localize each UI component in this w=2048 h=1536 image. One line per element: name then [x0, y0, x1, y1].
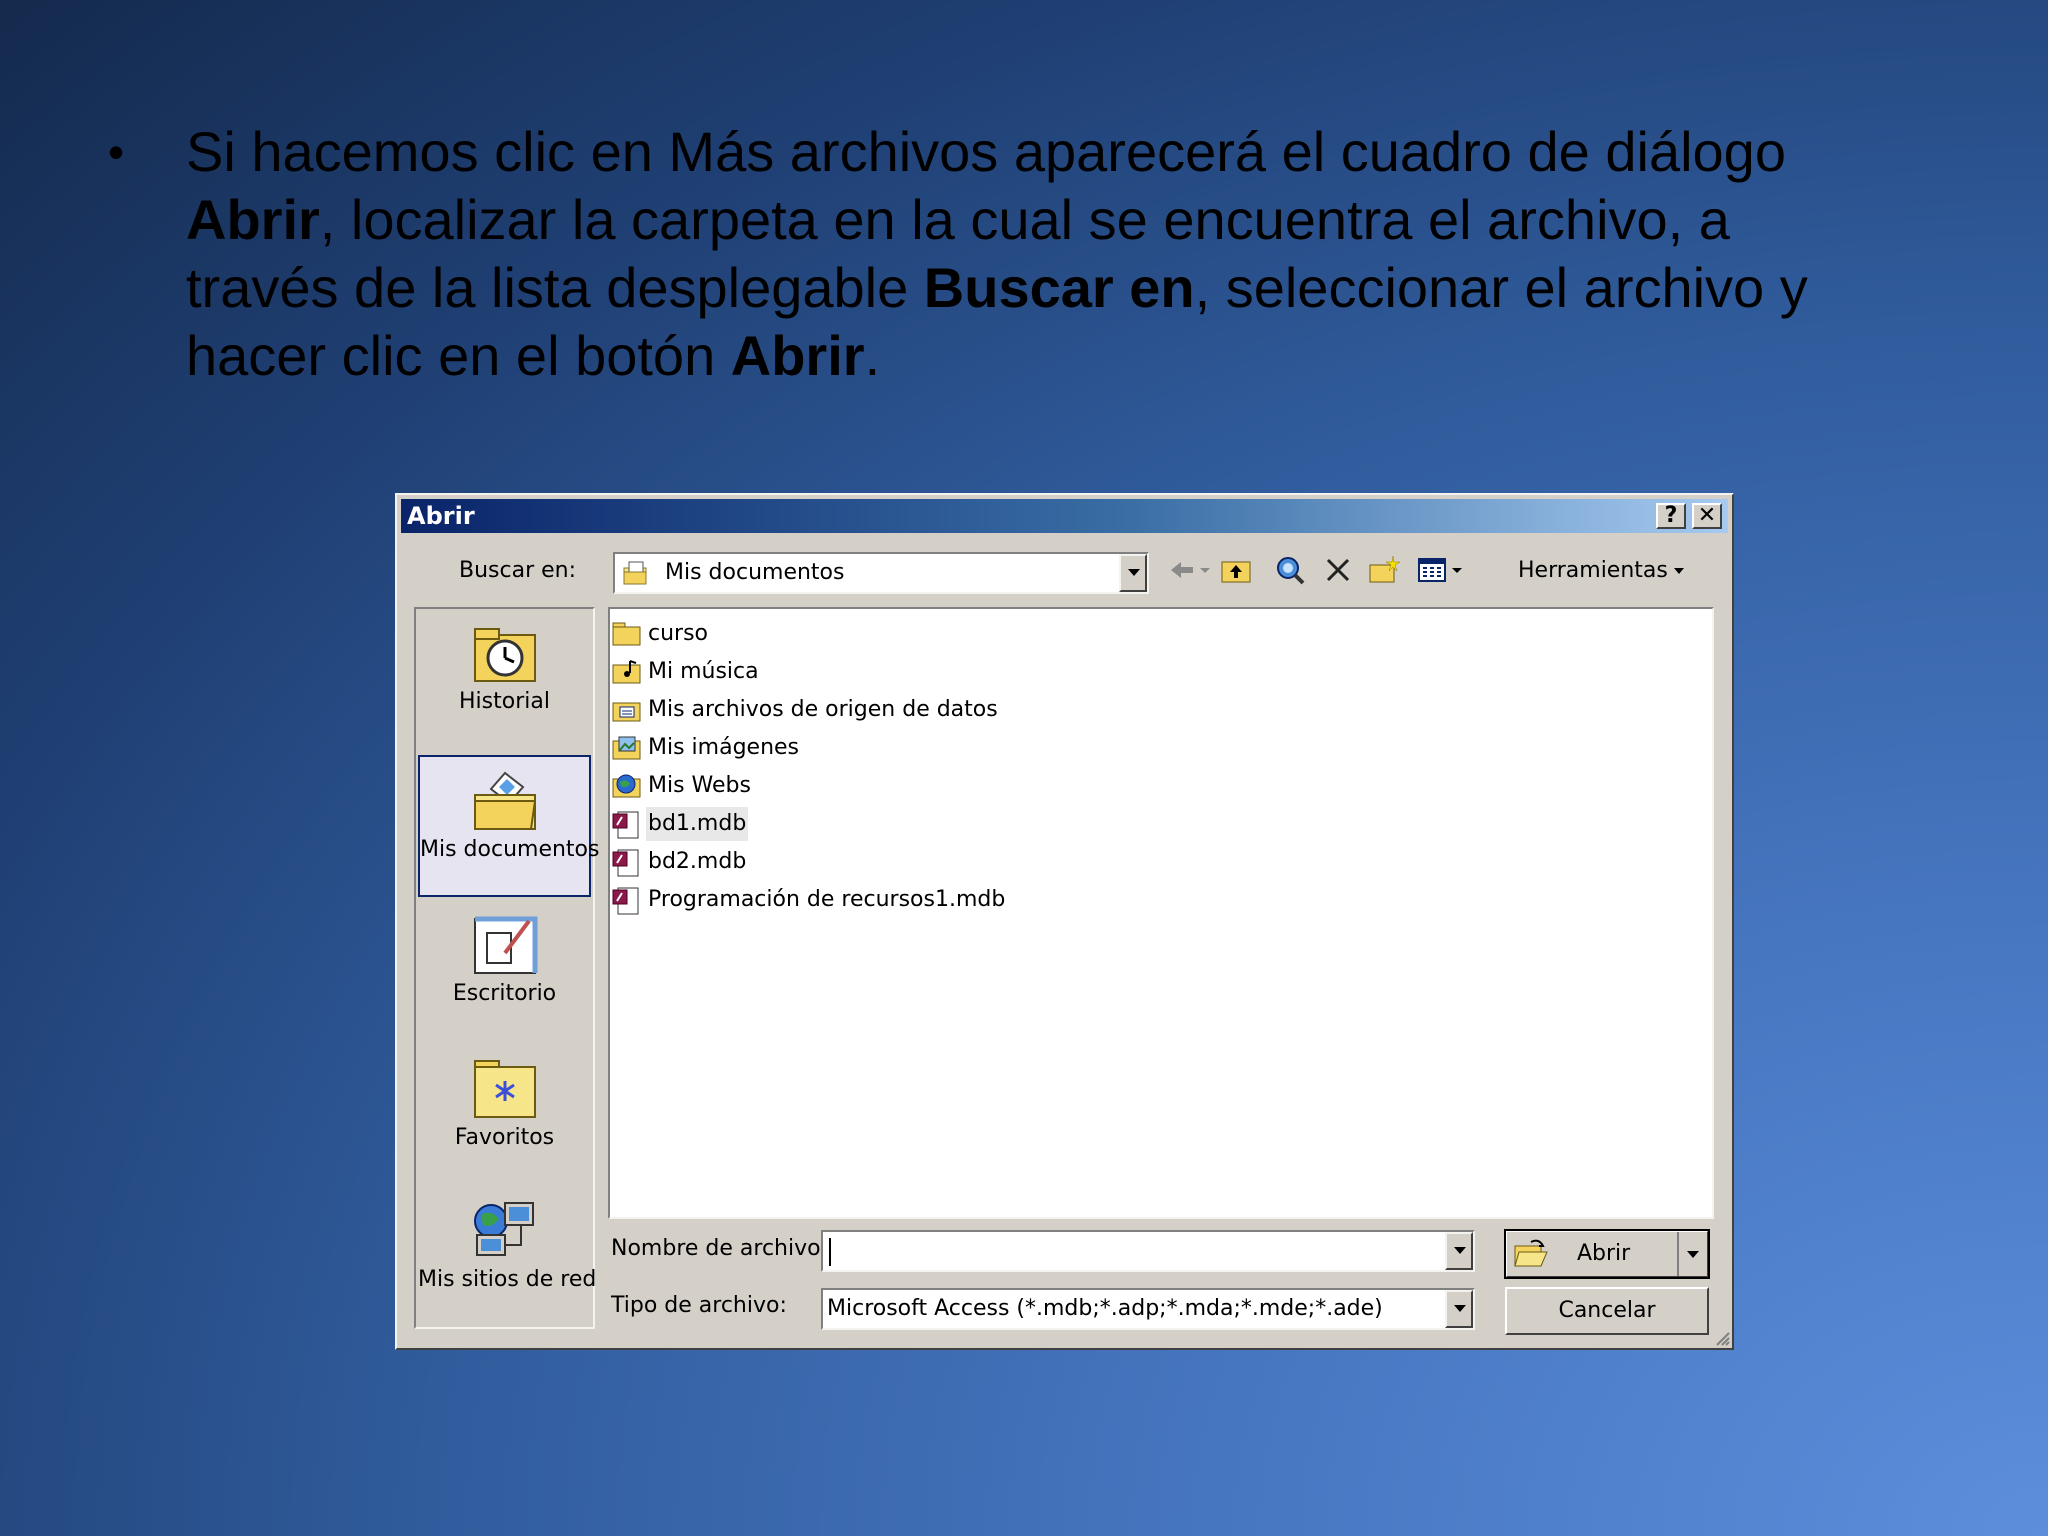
place-label: Mis sitios de red: [418, 1267, 597, 1292]
network-places-icon: [473, 1202, 534, 1256]
desktop-icon: [473, 916, 537, 974]
up-folder-icon[interactable]: [1219, 553, 1253, 587]
folder-icon: [612, 622, 641, 646]
bullet: •: [108, 126, 125, 178]
tools-menu[interactable]: Herramientas: [1518, 558, 1684, 583]
lookin-label: Buscar en:: [459, 558, 577, 583]
filetype-value: Microsoft Access (*.mdb;*.adp;*.mda;*.md…: [827, 1296, 1383, 1321]
access-db-icon: [612, 887, 639, 915]
cancel-button[interactable]: Cancelar: [1505, 1287, 1709, 1335]
file-list[interactable]: curso Mi música Mis archivos de origen d…: [608, 607, 1714, 1219]
place-desktop[interactable]: Escritorio: [418, 901, 591, 1043]
file-name: Programación de recursos1.mdb: [648, 887, 1006, 912]
place-label: Favoritos: [454, 1125, 555, 1150]
my-documents-icon: [473, 771, 536, 830]
filetype-dropdown-button[interactable]: [1445, 1290, 1473, 1328]
slide-text: • Si hacemos clic en Más archivos aparec…: [108, 118, 1868, 390]
filename-value: [829, 1238, 831, 1266]
chevron-down-icon: [1687, 1251, 1699, 1258]
text-run: Si hacemos clic en Más archivos aparecer…: [186, 120, 1786, 183]
place-label: Mis documentos: [420, 837, 600, 862]
place-label: Historial: [459, 689, 550, 714]
open-button[interactable]: Abrir: [1504, 1229, 1710, 1279]
webs-folder-icon: [612, 774, 641, 798]
file-name: bd1.mdb: [646, 807, 749, 841]
data-sources-folder-icon: [612, 702, 641, 722]
lookin-combo[interactable]: Mis documentos: [613, 552, 1149, 594]
delete-icon[interactable]: [1321, 553, 1355, 587]
close-button[interactable]: ✕: [1692, 503, 1722, 529]
back-arrow-icon[interactable]: [1167, 553, 1201, 587]
places-bar: Historial Mis documentos Escritorio Favo…: [414, 607, 600, 1329]
file-name: bd2.mdb: [648, 849, 747, 874]
bold-run: Abrir: [730, 324, 865, 387]
filename-label: Nombre de archivo:: [611, 1236, 828, 1261]
place-label: Escritorio: [452, 981, 557, 1006]
filename-input[interactable]: [821, 1230, 1475, 1272]
help-button[interactable]: ?: [1656, 503, 1686, 529]
place-my-documents[interactable]: Mis documentos: [418, 755, 600, 897]
text-run: .: [864, 324, 881, 387]
resize-grip-icon[interactable]: [1712, 1328, 1730, 1346]
place-favorites[interactable]: Favoritos: [418, 1045, 591, 1187]
file-name: Mi música: [648, 659, 759, 684]
place-history[interactable]: Historial: [418, 613, 591, 755]
back-dropdown-icon[interactable]: [1197, 553, 1213, 587]
new-folder-icon[interactable]: [1367, 553, 1401, 587]
open-dialog: Abrir ? ✕ Buscar en: Mis documentos Herr…: [395, 493, 1734, 1350]
lookin-value: Mis documentos: [665, 560, 845, 585]
views-dropdown-icon[interactable]: [1449, 553, 1465, 587]
lookin-dropdown-button[interactable]: [1119, 554, 1147, 592]
file-name: Mis archivos de origen de datos: [648, 697, 998, 722]
access-db-icon: [612, 811, 639, 839]
filename-dropdown-button[interactable]: [1445, 1232, 1473, 1270]
open-split-arrow[interactable]: [1677, 1232, 1707, 1276]
slide-paragraph: Si hacemos clic en Más archivos aparecer…: [186, 118, 1868, 390]
file-name: curso: [648, 621, 709, 646]
pictures-folder-icon: [612, 736, 641, 760]
search-web-icon[interactable]: [1273, 553, 1307, 587]
music-folder-icon: [612, 660, 641, 684]
history-icon: [473, 628, 536, 682]
filetype-select[interactable]: Microsoft Access (*.mdb;*.adp;*.mda;*.md…: [821, 1288, 1475, 1330]
file-name: Mis Webs: [648, 773, 751, 798]
open-button-label: Abrir: [1577, 1241, 1631, 1266]
bold-run: Abrir: [186, 188, 320, 251]
dialog-titlebar[interactable]: Abrir ? ✕: [401, 499, 1728, 533]
filetype-label: Tipo de archivo:: [611, 1293, 787, 1318]
favorites-icon: [473, 1060, 536, 1118]
dialog-title: Abrir: [407, 502, 475, 530]
bold-run: Buscar en: [923, 256, 1195, 319]
my-documents-small-icon: [623, 561, 647, 585]
views-icon[interactable]: [1415, 553, 1449, 587]
access-db-icon: [612, 849, 639, 877]
file-name: Mis imágenes: [648, 735, 800, 760]
place-network[interactable]: Mis sitios de red: [418, 1187, 597, 1329]
open-folder-icon: [1514, 1239, 1548, 1267]
